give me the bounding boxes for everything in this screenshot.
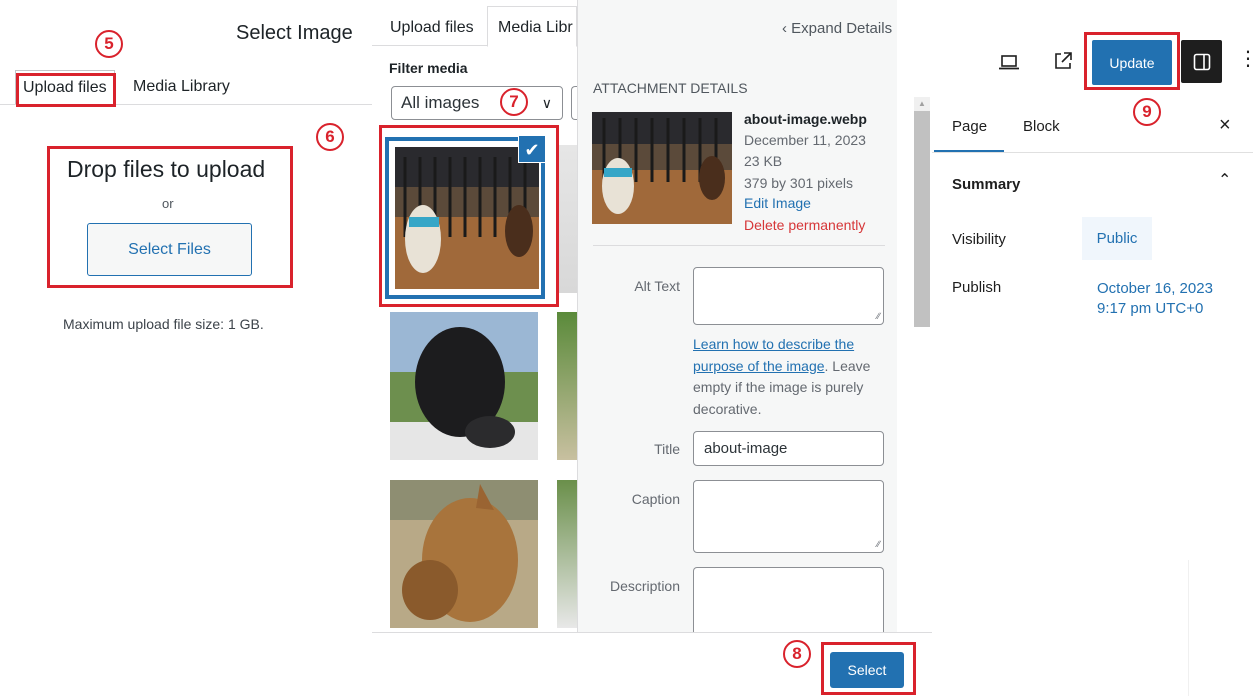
resize-handle-icon[interactable]: ∕∕ <box>877 539 880 549</box>
filter-media-select[interactable]: All images ∨ <box>391 86 563 120</box>
caption-label: Caption <box>631 491 680 507</box>
panel-edge <box>1188 560 1189 696</box>
media-thumbnail[interactable] <box>390 480 538 628</box>
publish-time: 9:17 pm UTC+0 <box>1097 300 1204 317</box>
highlight-selected-image <box>379 125 559 307</box>
title-value: about-image <box>704 440 788 457</box>
publish-date: October 16, 2023 <box>1097 280 1213 297</box>
resize-handle-icon[interactable]: ∕∕ <box>877 311 880 321</box>
highlight-upload-tab <box>16 73 116 107</box>
step-badge-9: 9 <box>1133 98 1161 126</box>
publish-label: Publish <box>952 279 1002 296</box>
filter-media-value: All images <box>401 93 480 112</box>
visibility-toggle[interactable]: Public <box>1082 217 1152 260</box>
chevron-down-icon: ∨ <box>541 95 552 111</box>
step-badge-5: 5 <box>95 30 123 58</box>
external-link-icon[interactable] <box>1052 50 1074 72</box>
expand-details-label: Expand Details <box>791 20 893 37</box>
laptop-icon <box>999 55 1019 70</box>
max-upload-size: Maximum upload file size: 1 GB. <box>63 316 264 332</box>
highlight-drop-zone <box>47 146 293 288</box>
description-label: Description <box>609 578 680 594</box>
attachment-dimensions: 379 by 301 pixels <box>744 175 853 191</box>
description-field[interactable] <box>693 567 884 633</box>
publish-date-button[interactable]: October 16, 2023 9:17 pm UTC+0 <box>1097 279 1213 319</box>
black-horse-image <box>390 312 538 460</box>
title-label: Title <box>654 441 680 457</box>
alt-text-help: Learn how to describe the purpose of the… <box>693 334 888 420</box>
chevron-left-icon: ‹ <box>782 20 787 37</box>
more-options-icon[interactable]: ⋮ <box>1238 46 1253 71</box>
alt-text-label: Alt Text <box>634 278 680 294</box>
media-tab-upload-files[interactable]: Upload files <box>382 10 482 46</box>
title-field[interactable]: about-image <box>693 431 884 466</box>
delete-permanently-link[interactable]: Delete permanently <box>744 217 865 233</box>
summary-panel-title[interactable]: Summary <box>952 176 1020 193</box>
laptop-preview-icon[interactable] <box>998 52 1020 72</box>
media-thumbnail[interactable] <box>557 312 577 460</box>
media-thumbnail[interactable] <box>557 480 577 628</box>
step-badge-6: 6 <box>316 123 344 151</box>
scrollbar-thumb[interactable] <box>914 111 930 327</box>
tabs-divider <box>932 152 1253 153</box>
visibility-label: Visibility <box>952 231 1006 248</box>
view-page-icon <box>1055 52 1072 69</box>
sidebar-icon <box>1193 53 1210 70</box>
alt-text-field[interactable]: ∕∕ <box>693 267 884 325</box>
settings-toggle-button[interactable] <box>1181 40 1222 83</box>
highlight-update-button <box>1084 32 1180 90</box>
brown-horse-image <box>390 480 538 628</box>
filter-media-label: Filter media <box>389 60 468 76</box>
modal-title: Select Image <box>236 22 353 44</box>
scroll-up-arrow-icon[interactable]: ▲ <box>914 97 930 111</box>
step-badge-7: 7 <box>500 88 528 116</box>
tab-page[interactable]: Page <box>952 118 987 135</box>
details-divider <box>593 245 885 246</box>
media-tab-library[interactable]: Media Libr <box>487 6 577 47</box>
step-badge-8: 8 <box>783 640 811 668</box>
tab-block[interactable]: Block <box>1023 118 1060 135</box>
attachment-size: 23 KB <box>744 153 783 169</box>
expand-details-link[interactable]: ‹ Expand Details <box>782 20 892 37</box>
media-thumbnail[interactable] <box>557 145 577 293</box>
close-icon[interactable]: × <box>1219 114 1231 137</box>
chevron-up-icon[interactable]: ⌃ <box>1218 170 1231 190</box>
caption-field[interactable]: ∕∕ <box>693 480 884 553</box>
highlight-select-button <box>821 642 916 695</box>
media-thumbnail[interactable] <box>390 312 538 460</box>
attachment-preview-image <box>592 112 732 224</box>
attachment-preview <box>592 112 732 224</box>
attachment-filename: about-image.webp <box>744 111 867 127</box>
attachment-details-heading: Attachment Details <box>593 80 748 96</box>
tab-media-library[interactable]: Media Library <box>126 70 237 104</box>
attachment-date: December 11, 2023 <box>744 132 866 148</box>
edit-image-link[interactable]: Edit Image <box>744 195 811 211</box>
